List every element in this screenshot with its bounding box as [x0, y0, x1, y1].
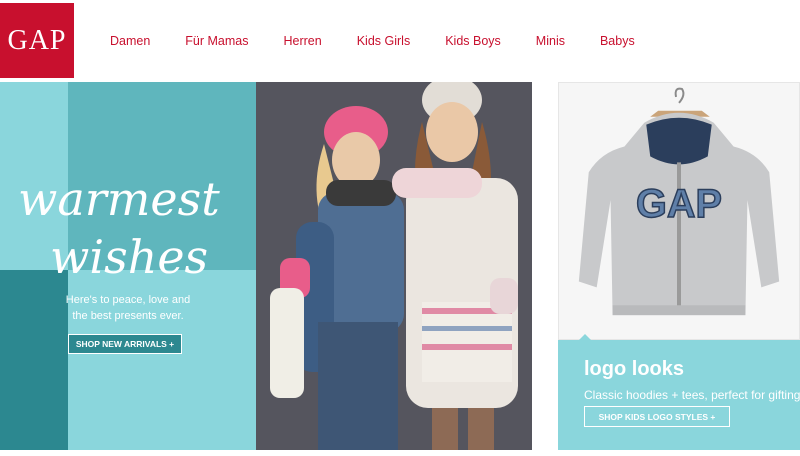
hero-tagline-line2: the best presents ever.: [72, 310, 184, 322]
hoodie-gap-print: GAP: [636, 182, 722, 226]
hoodie-product-image[interactable]: GAP: [558, 82, 800, 340]
nav-link-babys[interactable]: Babys: [600, 34, 635, 48]
site-header: GAP Damen Für Mamas Herren Kids Girls Ki…: [0, 0, 800, 80]
promo-text-band: logo looks Classic hoodies + tees, perfe…: [558, 340, 800, 450]
hero-headline: warmest wishes: [18, 170, 258, 286]
shop-kids-logo-styles-button[interactable]: SHOP KIDS LOGO STYLES +: [584, 406, 730, 427]
main-nav: Damen Für Mamas Herren Kids Girls Kids B…: [110, 34, 670, 48]
hero-tagline-line1: Here's to peace, love and: [65, 294, 191, 306]
nav-link-minis[interactable]: Minis: [536, 34, 565, 48]
nav-link-kids-girls[interactable]: Kids Girls: [357, 34, 410, 48]
gap-logo-hoodie-illustration: GAP: [559, 83, 799, 339]
hero-models-illustration: [256, 82, 532, 450]
logo-looks-promo[interactable]: GAP logo looks Classic hoodies + tees, p…: [558, 82, 800, 450]
nav-link-fur-mamas[interactable]: Für Mamas: [185, 34, 248, 48]
promo-title: logo looks: [584, 358, 684, 380]
hero-banner[interactable]: warmest wishes Here's to peace, love and…: [0, 82, 532, 450]
nav-link-kids-boys[interactable]: Kids Boys: [445, 34, 501, 48]
promo-subtitle: Classic hoodies + tees, perfect for gift…: [584, 388, 800, 402]
hero-headline-line2: wishes: [50, 230, 209, 284]
nav-link-damen[interactable]: Damen: [110, 34, 150, 48]
hero-models-photo[interactable]: [256, 82, 532, 450]
gap-logo[interactable]: GAP: [0, 3, 74, 78]
nav-link-herren[interactable]: Herren: [284, 34, 322, 48]
shop-new-arrivals-button[interactable]: SHOP NEW ARRIVALS +: [68, 334, 182, 354]
hero-tagline: Here's to peace, love and the best prese…: [40, 292, 216, 324]
hero-headline-line1: warmest: [18, 172, 220, 226]
